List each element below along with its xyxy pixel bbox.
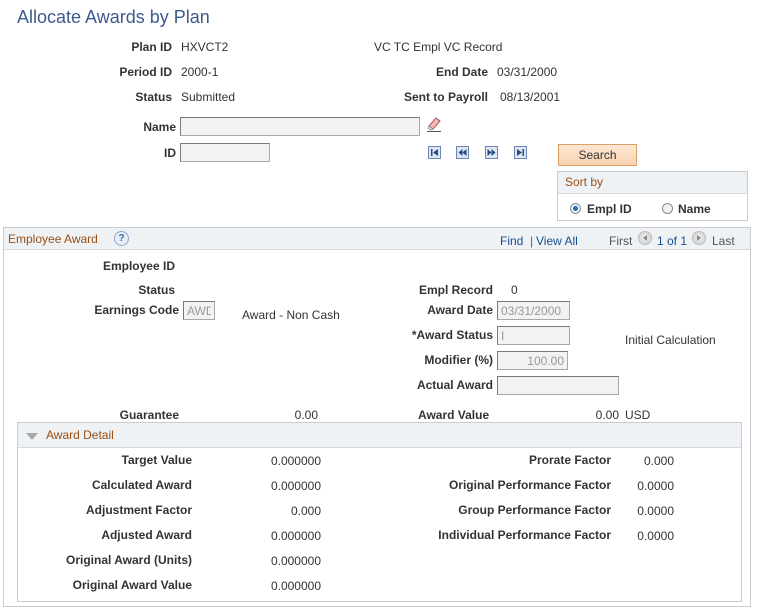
guarantee-value: 0.00 — [294, 408, 318, 422]
next-row-icon[interactable] — [692, 231, 706, 245]
award-detail-value: 0.000000 — [270, 479, 321, 493]
pagination-count: 1 of 1 — [657, 234, 688, 248]
employee-award-title: Employee Award — [8, 232, 98, 246]
next-page-icon[interactable] — [485, 146, 498, 159]
award-detail-value: 0.0000 — [637, 504, 674, 518]
award-detail-label: Calculated Award — [91, 478, 192, 492]
award-detail-value: 0.000000 — [270, 454, 321, 468]
actual-award-input[interactable] — [497, 376, 619, 395]
award-detail-value: 0.000 — [643, 454, 674, 468]
last-page-icon[interactable] — [514, 146, 527, 159]
plan-description: VC TC Empl VC Record — [374, 40, 503, 54]
award-detail-label: Group Performance Factor — [458, 503, 611, 517]
sort-empl-id-label[interactable]: Empl ID — [587, 202, 632, 216]
name-label: Name — [143, 120, 176, 134]
employee-award-header: Employee Award ? Find | View All First 1… — [4, 228, 750, 250]
name-input[interactable] — [180, 117, 420, 136]
sent-to-payroll-value: 08/13/2001 — [500, 90, 561, 104]
first-label: First — [609, 234, 633, 248]
award-status-label: *Award Status — [411, 328, 493, 342]
status-label: Status — [135, 90, 172, 104]
award-detail-label: Target Value — [121, 453, 192, 467]
award-detail-label: Adjustment Factor — [85, 503, 192, 517]
first-page-icon[interactable] — [428, 146, 441, 159]
modifier-input[interactable] — [497, 351, 568, 370]
award-detail-label: Prorate Factor — [528, 453, 611, 467]
sort-by-group: Sort by Empl ID Name — [557, 171, 748, 221]
period-id-label: Period ID — [119, 65, 172, 79]
award-value-label: Award Value — [418, 408, 490, 422]
period-id-value: 2000-1 — [181, 65, 219, 79]
award-status-description: Initial Calculation — [625, 333, 716, 347]
sent-to-payroll-label: Sent to Payroll — [403, 90, 488, 104]
award-status-input[interactable] — [497, 326, 570, 345]
employee-status-label: Status — [138, 283, 175, 297]
award-detail-title: Award Detail — [46, 428, 114, 442]
award-value-currency: USD — [625, 408, 651, 422]
award-detail-label: Individual Performance Factor — [438, 528, 611, 542]
earnings-code-label: Earnings Code — [94, 303, 179, 317]
link-separator: | — [530, 234, 534, 248]
id-input[interactable] — [180, 143, 270, 162]
empl-record-label: Empl Record — [418, 283, 493, 297]
earnings-code-description: Award - Non Cash — [242, 308, 340, 322]
award-detail-value: 0.0000 — [637, 479, 674, 493]
sort-empl-id-radio[interactable] — [570, 203, 581, 214]
page-title: Allocate Awards by Plan — [17, 7, 210, 27]
award-detail-value: 0.000000 — [270, 579, 321, 593]
previous-row-icon[interactable] — [638, 231, 652, 245]
award-detail-value: 0.000000 — [270, 554, 321, 568]
end-date-label: End Date — [435, 65, 488, 79]
award-date-label: Award Date — [427, 303, 493, 317]
award-detail-value: 0.0000 — [637, 529, 674, 543]
view-all-link[interactable]: View All — [536, 234, 578, 248]
award-detail-header[interactable]: Award Detail — [18, 423, 741, 448]
award-detail-value: 0.000000 — [270, 529, 321, 543]
status-value: Submitted — [181, 90, 236, 104]
collapse-triangle-icon[interactable] — [26, 430, 38, 444]
sort-name-radio[interactable] — [662, 203, 673, 214]
earnings-code-input[interactable] — [183, 301, 215, 320]
last-label: Last — [712, 234, 735, 248]
award-date-input[interactable] — [497, 301, 570, 320]
guarantee-label: Guarantee — [119, 408, 179, 422]
id-label: ID — [164, 146, 176, 160]
award-detail-label: Original Award Value — [72, 578, 192, 592]
sort-by-title: Sort by — [558, 172, 747, 194]
sort-name-label[interactable]: Name — [678, 202, 711, 216]
end-date-value: 03/31/2000 — [497, 65, 558, 79]
award-value-value: 0.00 — [595, 408, 619, 422]
find-link[interactable]: Find — [500, 234, 523, 248]
empl-record-value: 0 — [511, 283, 518, 297]
award-detail-value: 0.000 — [290, 504, 321, 518]
award-detail-label: Original Award (Units) — [65, 553, 192, 567]
search-button[interactable]: Search — [558, 144, 637, 166]
modifier-label: Modifier (%) — [424, 353, 493, 367]
award-detail-label: Adjusted Award — [101, 528, 192, 542]
previous-page-icon[interactable] — [456, 146, 469, 159]
help-icon[interactable]: ? — [114, 231, 129, 246]
plan-id-value: HXVCT2 — [181, 40, 229, 54]
plan-id-label: Plan ID — [131, 40, 172, 54]
employee-id-label: Employee ID — [102, 259, 175, 273]
eraser-icon[interactable] — [425, 115, 443, 136]
award-detail-label: Original Performance Factor — [448, 478, 611, 492]
actual-award-label: Actual Award — [416, 378, 493, 392]
